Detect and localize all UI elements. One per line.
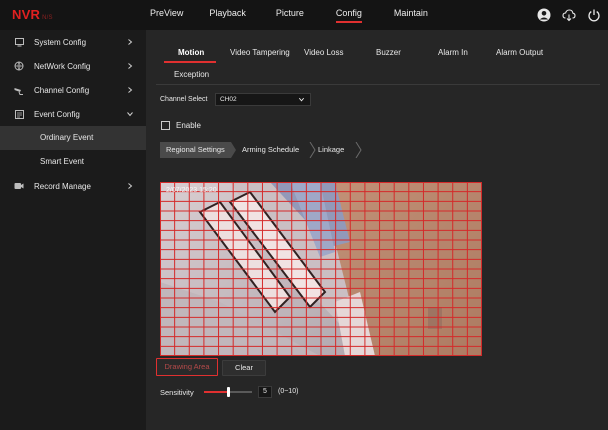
sidebar-item-label: Event Config	[34, 109, 80, 119]
topnav-playback[interactable]: Playback	[209, 0, 246, 30]
chevron-right-icon	[128, 87, 133, 93]
chevron-down-icon	[127, 112, 133, 117]
drawing-area-button[interactable]: Drawing Area	[156, 358, 218, 376]
motion-detection-grid[interactable]	[160, 182, 482, 356]
sidebar-item-record-manage[interactable]: Record Manage	[0, 174, 146, 198]
slider-thumb[interactable]	[227, 387, 230, 397]
tabs-divider	[156, 84, 600, 85]
sidebar-subitem-smart-event[interactable]: Smart Event	[0, 150, 146, 174]
sidebar-item-label: Channel Config	[34, 85, 90, 95]
enable-label: Enable	[176, 121, 201, 130]
sidebar: System Config NetWork Config Channel Con…	[0, 30, 146, 430]
step-arming-schedule[interactable]: Arming Schedule	[242, 142, 299, 158]
network-icon	[14, 61, 24, 71]
step-linkage[interactable]: Linkage	[318, 142, 344, 158]
clear-button[interactable]: Clear	[222, 360, 266, 376]
user-avatar-icon[interactable]	[536, 7, 552, 23]
sidebar-item-system-config[interactable]: System Config	[0, 30, 146, 54]
record-icon	[14, 181, 24, 191]
app-logo: NVR N/S	[12, 7, 53, 22]
video-preview[interactable]	[160, 182, 482, 356]
logo-text: NVR	[12, 7, 41, 22]
active-tab-indicator	[164, 61, 216, 63]
chevron-right-icon	[128, 39, 133, 45]
tab-video-loss[interactable]: Video Loss	[304, 48, 343, 57]
tab-exception[interactable]: Exception	[174, 70, 209, 79]
chevron-right-icon	[128, 183, 133, 189]
channel-select-label: Channel Select	[160, 96, 208, 103]
top-nav: PreView Playback Picture Config Maintain	[150, 0, 428, 30]
chevron-down-icon	[298, 97, 305, 102]
sensitivity-value[interactable]: 5	[258, 386, 272, 398]
chevron-right-icon	[128, 63, 133, 69]
topnav-maintain[interactable]: Maintain	[394, 0, 428, 30]
power-icon[interactable]	[586, 7, 602, 23]
sensitivity-label: Sensitivity	[160, 388, 194, 397]
topnav-config[interactable]: Config	[335, 0, 362, 30]
tab-buzzer[interactable]: Buzzer	[376, 48, 401, 57]
event-list-icon	[14, 109, 24, 119]
channel-select[interactable]: CH02	[215, 93, 311, 106]
sidebar-item-label: Record Manage	[34, 181, 91, 191]
sidebar-subitem-ordinary-event[interactable]: Ordinary Event	[0, 126, 146, 150]
sidebar-item-label: NetWork Config	[34, 61, 91, 71]
tab-motion[interactable]: Motion	[178, 48, 204, 57]
tab-alarm-output[interactable]: Alarm Output	[496, 48, 543, 57]
video-timestamp: 2/07/2023 15:20	[166, 187, 217, 194]
top-bar: NVR N/S PreView Playback Picture Config M…	[0, 0, 608, 30]
system-config-icon	[14, 37, 24, 47]
main-content: Motion Video Tampering Video Loss Buzzer…	[146, 30, 608, 430]
sensitivity-slider[interactable]	[204, 387, 252, 397]
top-icons	[536, 7, 602, 23]
sensitivity-range: (0~10)	[278, 388, 299, 395]
topnav-preview[interactable]: PreView	[150, 0, 183, 30]
channel-select-value: CH02	[220, 96, 237, 103]
topnav-picture[interactable]: Picture	[276, 0, 304, 30]
sidebar-item-event-config[interactable]: Event Config	[0, 102, 146, 126]
enable-row: Enable	[161, 121, 201, 130]
enable-checkbox[interactable]	[161, 121, 170, 130]
event-tabs: Motion Video Tampering Video Loss Buzzer…	[146, 46, 608, 62]
step-regional-settings[interactable]: Regional Settings	[166, 142, 225, 158]
slider-fill	[204, 391, 228, 393]
camera-icon	[14, 85, 24, 95]
sidebar-item-channel-config[interactable]: Channel Config	[0, 78, 146, 102]
sidebar-item-label: System Config	[34, 37, 87, 47]
logo-subtext: N/S	[42, 15, 53, 21]
tab-alarm-in[interactable]: Alarm In	[438, 48, 468, 57]
tab-video-tampering[interactable]: Video Tampering	[230, 48, 290, 57]
sidebar-item-network-config[interactable]: NetWork Config	[0, 54, 146, 78]
cloud-download-icon[interactable]	[561, 7, 577, 23]
